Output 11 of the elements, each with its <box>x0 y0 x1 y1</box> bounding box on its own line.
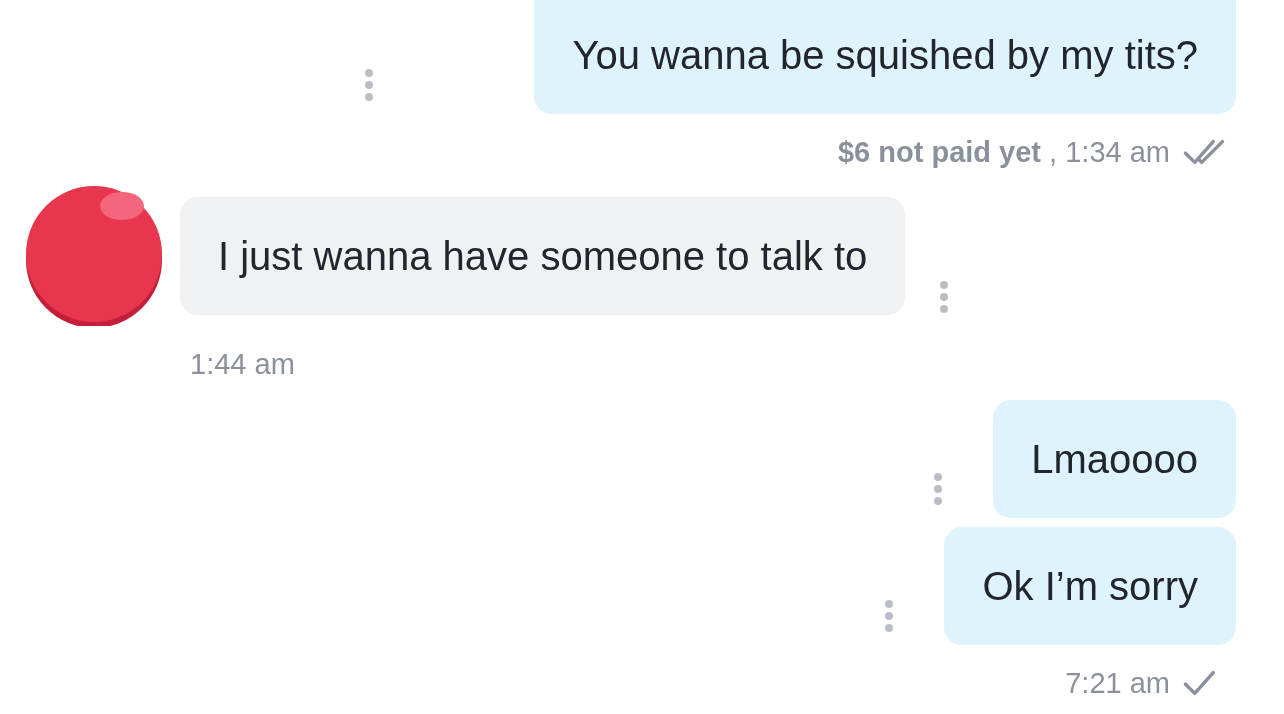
message-time: $6 not paid yet , 1:34 am <box>838 135 1170 169</box>
message-bubble: You wanna be squished by my tits? <box>534 0 1236 114</box>
message-time: 7:21 am <box>1065 666 1170 700</box>
message-bubble: Ok I’m sorry <box>944 527 1236 645</box>
message-time: 1:44 am <box>190 347 295 381</box>
more-icon[interactable] <box>939 280 950 314</box>
more-icon[interactable] <box>933 472 944 506</box>
more-icon[interactable] <box>884 599 895 633</box>
more-icon[interactable] <box>364 68 375 102</box>
message-bubble: Lmaoooo <box>993 400 1236 518</box>
message-bubble: I just wanna have someone to talk to <box>180 197 906 315</box>
